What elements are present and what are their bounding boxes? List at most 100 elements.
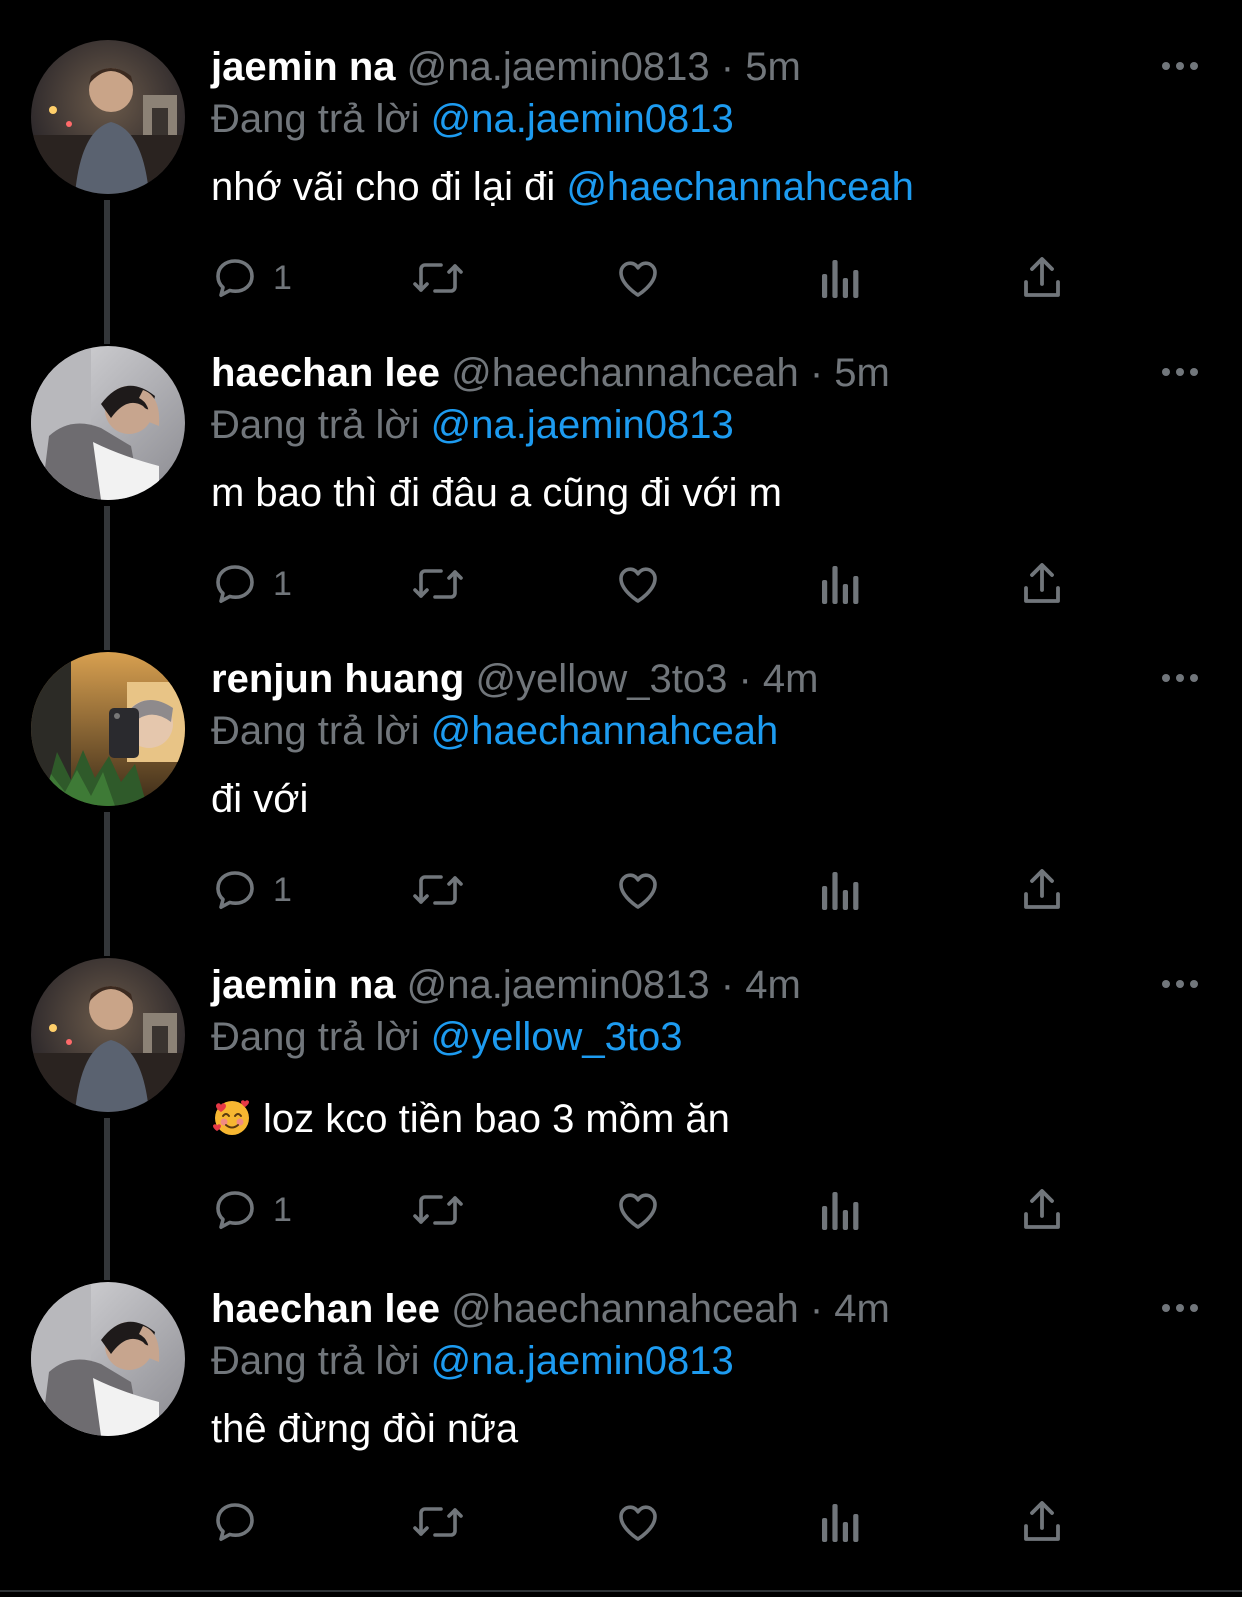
timestamp[interactable]: 5m [834,351,890,395]
reply-count: 1 [273,258,292,297]
share-button[interactable] [1020,1492,1064,1552]
display-name[interactable]: haechan lee [211,351,440,395]
more-options-icon[interactable] [1160,666,1200,690]
reply-button[interactable]: 1 [211,1180,292,1240]
display-name[interactable]: renjun huang [211,657,464,701]
views-button[interactable] [818,1492,862,1552]
avatar[interactable] [31,1282,185,1436]
reply-icon [216,565,254,603]
tweet-actions: 1 [0,1180,1242,1240]
like-icon [619,567,657,603]
share-icon [1024,869,1060,909]
separator-dot: · [720,963,735,1007]
share-icon [1024,1501,1060,1541]
tweet-text-body: đi với [211,777,309,821]
like-button[interactable] [613,554,663,614]
views-icon [822,872,859,910]
tweet-actions: 1 [0,248,1242,308]
tweet-actions: 1 [0,860,1242,920]
views-icon [822,566,859,604]
like-button[interactable] [613,248,663,308]
tweet-text-body: thê đừng đòi nữa [211,1407,519,1451]
replying-to-mention[interactable]: @na.jaemin0813 [431,403,734,447]
tweet-text: m bao thì đi đâu a cũng đi với m [211,468,782,518]
replying-to-mention[interactable]: @na.jaemin0813 [431,1339,734,1383]
views-icon [822,1504,859,1542]
retweet-button[interactable] [411,1180,465,1240]
more-options-icon[interactable] [1160,972,1200,996]
like-icon [619,873,657,909]
tweet-header: renjun huang @yellow_3to3 · 4m [211,654,818,704]
display-name[interactable]: jaemin na [211,963,396,1007]
reply-count: 1 [273,564,292,603]
share-button[interactable] [1020,860,1064,920]
tweet-text: nhớ vãi cho đi lại đi @haechannahceah [211,162,914,212]
reply-icon [216,871,254,909]
replying-to-label: Đang trả lời [211,709,420,753]
like-icon [619,1193,657,1229]
views-icon [822,1192,859,1230]
reply-button[interactable]: 1 [211,248,292,308]
avatar[interactable] [31,652,185,806]
replying-to-mention[interactable]: @haechannahceah [431,709,779,753]
replying-to: Đang trả lời @haechannahceah [211,706,778,756]
tweet-text-body: nhớ vãi cho đi lại đi [211,165,567,209]
tweet-text: thê đừng đòi nữa [211,1404,518,1454]
reply-thread: jaemin na @na.jaemin0813 · 5m Đang trả l… [0,0,1242,1597]
separator-dot: · [809,1287,824,1331]
avatar[interactable] [31,40,185,194]
tweet-header: jaemin na @na.jaemin0813 · 4m [211,960,801,1010]
display-name[interactable]: haechan lee [211,1287,440,1331]
timestamp[interactable]: 4m [834,1287,890,1331]
display-name[interactable]: jaemin na [211,45,396,89]
user-handle[interactable]: @na.jaemin0813 [407,45,710,89]
tweet-actions [0,1492,1242,1552]
divider [0,1590,1242,1592]
more-options-icon[interactable] [1160,1296,1200,1320]
retweet-icon [413,569,463,599]
replying-to-mention[interactable]: @na.jaemin0813 [431,97,734,141]
like-button[interactable] [613,1180,663,1240]
reply-icon [216,1503,254,1541]
timestamp[interactable]: 4m [745,963,801,1007]
reply-icon [216,259,254,297]
avatar[interactable] [31,958,185,1112]
timestamp[interactable]: 4m [763,657,819,701]
replying-to-label: Đang trả lời [211,1015,420,1059]
tweet-text: loz kco tiền bao 3 mồm ăn [211,1094,730,1144]
retweet-button[interactable] [411,554,465,614]
like-icon [619,1505,657,1541]
user-handle[interactable]: @na.jaemin0813 [407,963,710,1007]
tweet-text-mention[interactable]: @haechannahceah [566,165,914,209]
replying-to-mention[interactable]: @yellow_3to3 [431,1015,683,1059]
user-handle[interactable]: @haechannahceah [451,351,799,395]
replying-to: Đang trả lời @na.jaemin0813 [211,400,734,450]
reply-button[interactable]: 1 [211,860,292,920]
views-button[interactable] [818,1180,862,1240]
replying-to: Đang trả lời @yellow_3to3 [211,1012,683,1062]
retweet-button[interactable] [411,1492,465,1552]
like-button[interactable] [613,1492,663,1552]
like-icon [619,261,657,297]
share-button[interactable] [1020,248,1064,308]
share-icon [1024,563,1060,603]
retweet-button[interactable] [411,248,465,308]
share-button[interactable] [1020,554,1064,614]
user-handle[interactable]: @yellow_3to3 [475,657,727,701]
reply-count: 1 [273,1190,292,1229]
separator-dot: · [720,45,735,89]
views-button[interactable] [818,248,862,308]
retweet-button[interactable] [411,860,465,920]
views-button[interactable] [818,860,862,920]
like-button[interactable] [613,860,663,920]
more-options-icon[interactable] [1160,54,1200,78]
tweet-header: jaemin na @na.jaemin0813 · 5m [211,42,801,92]
avatar[interactable] [31,346,185,500]
user-handle[interactable]: @haechannahceah [451,1287,799,1331]
timestamp[interactable]: 5m [745,45,801,89]
reply-button[interactable] [211,1492,273,1552]
reply-button[interactable]: 1 [211,554,292,614]
more-options-icon[interactable] [1160,360,1200,384]
share-button[interactable] [1020,1180,1064,1240]
views-button[interactable] [818,554,862,614]
